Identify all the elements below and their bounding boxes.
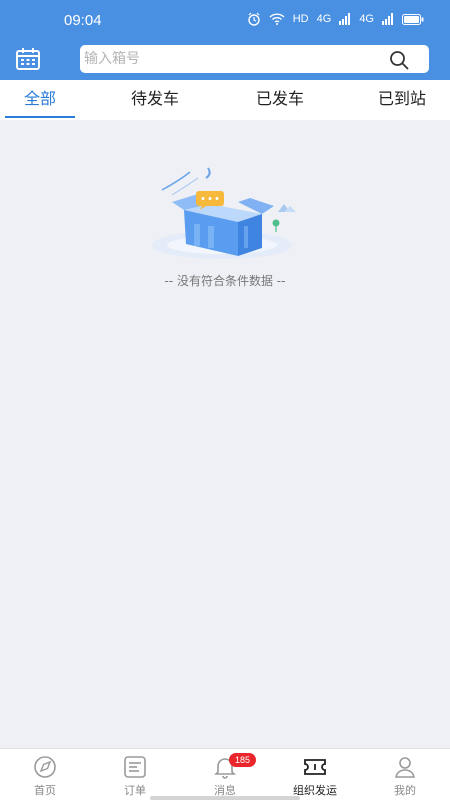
network-label: HD — [292, 13, 309, 25]
nav-messages[interactable]: 消息 — [180, 749, 270, 800]
nav-dispatch[interactable]: 组织发运 — [270, 749, 360, 800]
signal-icon — [339, 13, 351, 25]
signal-label-1: 4G — [316, 13, 332, 25]
status-time: 09:04 — [64, 12, 102, 29]
signal-label-2: 4G — [359, 13, 374, 25]
status-tabs: 全部 待发车 已发车 已到站 — [0, 80, 450, 120]
nav-orders[interactable]: 订单 — [90, 749, 180, 800]
nav-profile-label: 我的 — [394, 784, 416, 797]
empty-box-illustration — [152, 167, 296, 259]
nav-home[interactable]: 首页 — [0, 749, 90, 800]
user-icon — [395, 757, 415, 778]
signal-icon-2 — [382, 13, 393, 25]
calendar-icon[interactable] — [15, 47, 41, 71]
nav-home-label: 首页 — [34, 784, 56, 797]
search-input[interactable] — [84, 45, 374, 73]
nav-profile[interactable]: 我的 — [360, 749, 450, 800]
tab-pending-departure[interactable]: 待发车 — [115, 80, 195, 120]
order-list-icon — [124, 756, 146, 778]
compass-icon — [34, 756, 56, 778]
search-icon[interactable] — [389, 50, 409, 70]
home-indicator — [150, 796, 300, 800]
bottom-navigation: 首页 订单 消息 组织发运 我的 185 — [0, 748, 450, 800]
search-box — [80, 45, 429, 73]
alarm-icon — [248, 12, 260, 26]
app-header — [0, 40, 450, 80]
status-bar: 09:04 HD 4G 4G — [0, 0, 450, 40]
tab-all[interactable]: 全部 — [5, 80, 75, 120]
tab-departed[interactable]: 已发车 — [240, 80, 320, 120]
empty-state-text: -- 没有符合条件数据 -- — [164, 274, 286, 288]
status-icons: HD 4G 4G — [247, 12, 424, 26]
tab-arrived[interactable]: 已到站 — [362, 80, 442, 120]
wifi-icon — [269, 13, 285, 25]
battery-icon — [402, 13, 424, 25]
message-count-badge: 185 — [229, 753, 257, 767]
ticket-icon — [304, 759, 326, 775]
